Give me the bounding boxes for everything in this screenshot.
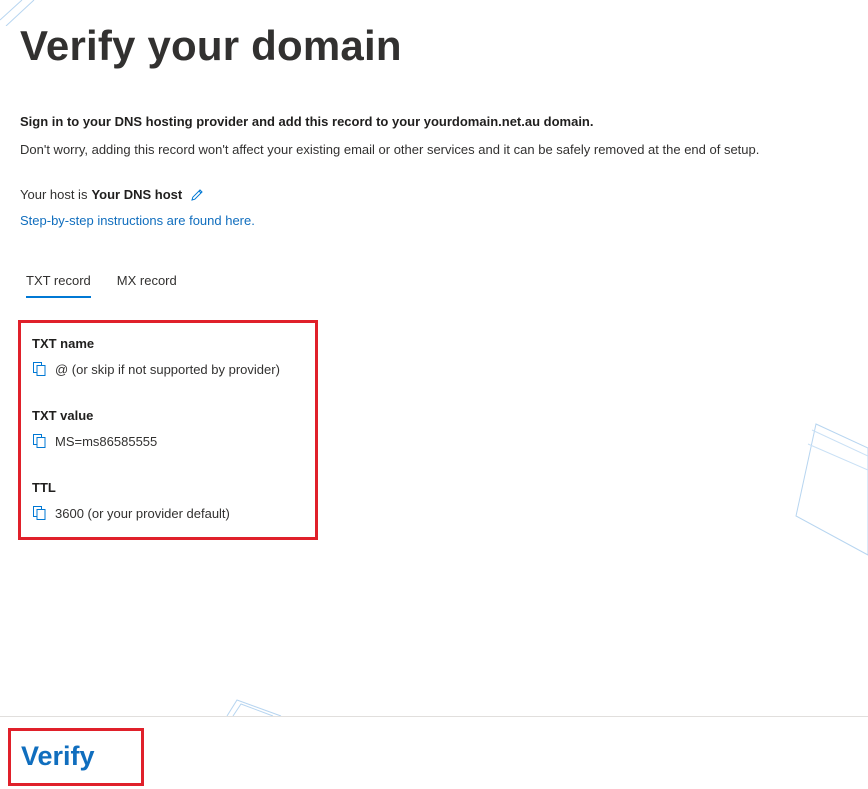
tab-mx-record[interactable]: MX record: [117, 266, 177, 298]
ttl-label: TTL: [32, 480, 56, 495]
instructions-link[interactable]: Step-by-step instructions are found here…: [20, 213, 255, 228]
background-envelope-decoration: [795, 423, 868, 556]
txt-value-value: MS=ms86585555: [55, 433, 158, 449]
dns-instruction: Sign in to your DNS hosting provider and…: [20, 114, 594, 129]
host-name: Your DNS host: [91, 187, 183, 202]
reassurance-text: Don't worry, adding this record won't af…: [20, 142, 760, 157]
txt-record-panel: TXT name @ (or skip if not supported by …: [18, 320, 318, 540]
txt-value-label: TXT value: [32, 408, 94, 423]
footer-divider: [0, 716, 868, 717]
record-tabs: TXT record MX record: [26, 266, 203, 298]
page-title: Verify your domain: [20, 22, 402, 69]
pencil-icon[interactable]: [190, 188, 204, 202]
ttl-value: 3600 (or your provider default): [55, 505, 230, 521]
verify-button[interactable]: Verify: [21, 741, 95, 772]
txt-name-label: TXT name: [32, 336, 95, 351]
ttl-row: 3600 (or your provider default): [32, 505, 230, 521]
txt-name-row: @ (or skip if not supported by provider): [32, 361, 280, 377]
tab-txt-record[interactable]: TXT record: [26, 266, 91, 298]
txt-value-row: MS=ms86585555: [32, 433, 157, 449]
copy-icon[interactable]: [32, 505, 47, 521]
txt-name-value: @ (or skip if not supported by provider): [55, 361, 280, 377]
copy-icon[interactable]: [32, 433, 47, 449]
host-prefix: Your host is: [20, 187, 88, 202]
bottom-decoration: [226, 699, 282, 717]
host-line: Your host is Your DNS host: [20, 187, 204, 202]
verify-highlight: Verify: [8, 728, 144, 786]
copy-icon[interactable]: [32, 361, 47, 377]
